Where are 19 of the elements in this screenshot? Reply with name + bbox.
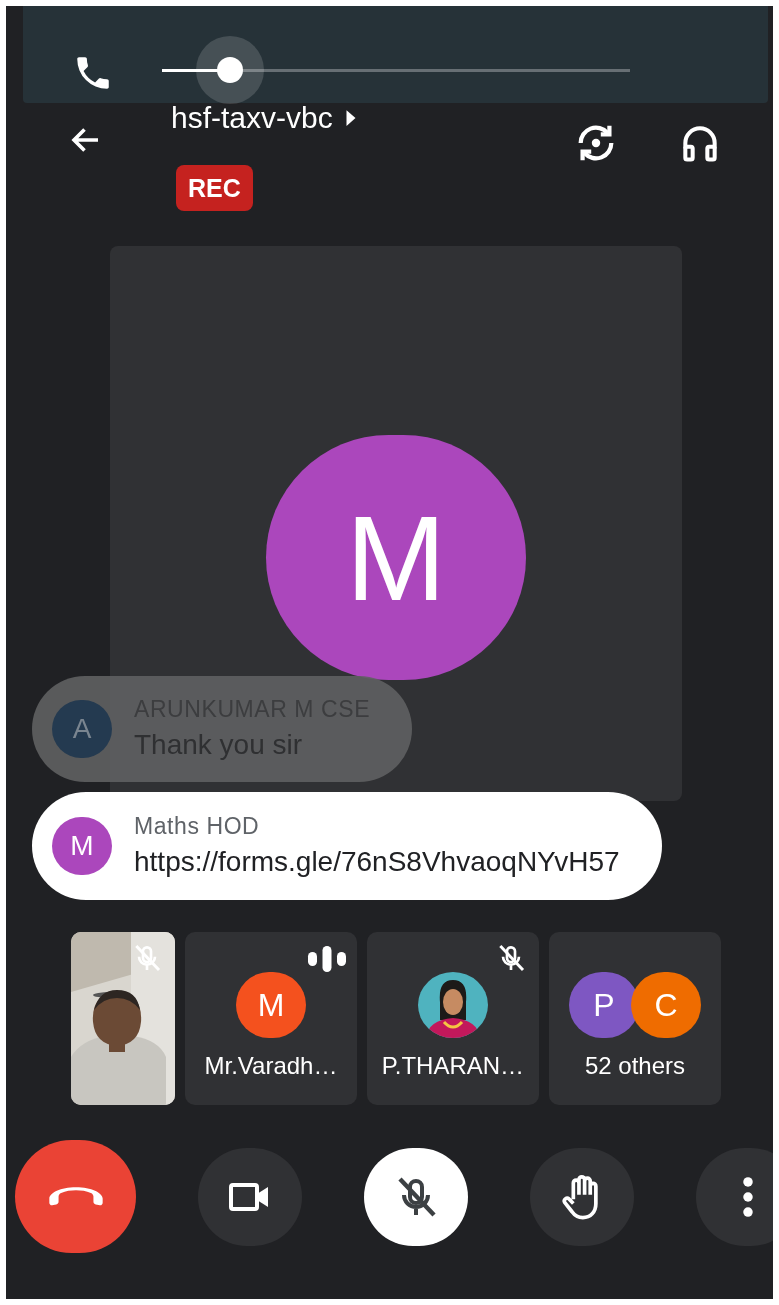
more-options-button[interactable]	[696, 1147, 773, 1246]
meeting-title[interactable]: hsf-taxv-vbc	[171, 100, 333, 136]
recording-badge: REC	[176, 165, 253, 211]
message-text: https://forms.gle/76nS8VhvaoqNYvH57	[134, 845, 620, 879]
participant-name: P.THARAN…	[381, 1051, 525, 1081]
caret-icon[interactable]	[344, 109, 357, 127]
others-count: 52 others	[584, 1051, 686, 1081]
participant-tile[interactable]: M Mr.Varadh…	[185, 932, 357, 1105]
participant-tile[interactable]: P C 52 others	[549, 932, 721, 1105]
phone-hang-up-icon	[48, 1186, 103, 1207]
participant-name: Mr.Varadh…	[204, 1051, 338, 1081]
avatar: C	[631, 972, 701, 1038]
sender-name: Maths HOD	[134, 812, 261, 841]
avatar: M	[236, 972, 306, 1038]
avatar: M	[266, 435, 526, 680]
sender-avatar: M	[52, 817, 112, 875]
more-options-icon	[743, 1176, 753, 1217]
sender-avatar: A	[52, 700, 112, 758]
participant-tile[interactable]: P.THARAN…	[367, 932, 539, 1105]
